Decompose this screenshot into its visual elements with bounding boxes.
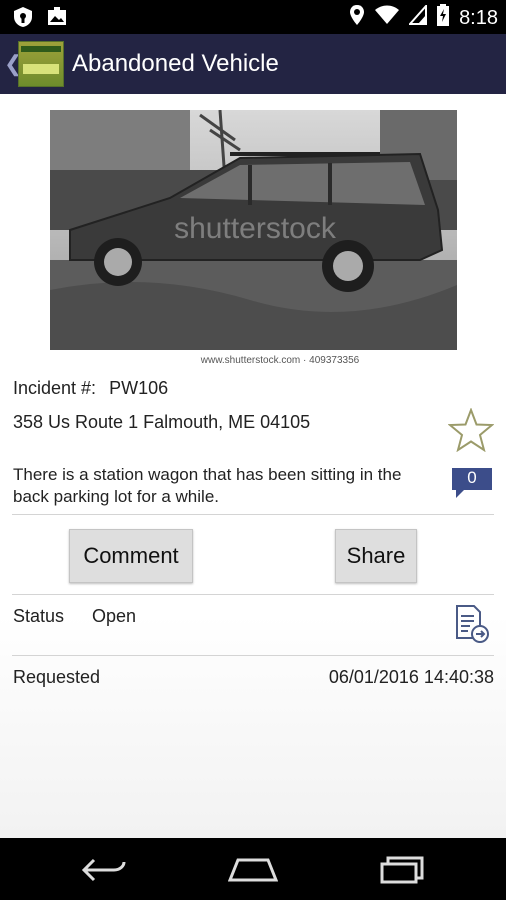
recents-nav-icon[interactable] <box>380 856 426 889</box>
incident-detail: shutterstock www.shutterstock.com · 4093… <box>0 94 506 838</box>
comment-count-badge[interactable]: 0 <box>450 466 494 500</box>
status-value: Open <box>92 606 137 626</box>
signal-icon <box>407 3 428 31</box>
page-title: Abandoned Vehicle <box>72 50 279 77</box>
home-nav-icon[interactable] <box>227 858 279 887</box>
incident-address: 358 Us Route 1 Falmouth, ME 04105 <box>13 412 311 432</box>
battery-icon <box>437 4 450 32</box>
divider <box>12 514 494 515</box>
divider <box>12 594 494 595</box>
wifi-icon <box>375 5 400 31</box>
requested-date: 06/01/2016 14:40:38 <box>328 667 494 687</box>
divider <box>12 655 494 656</box>
back-nav-icon[interactable] <box>80 856 128 889</box>
status-bar: 8:18 <box>0 0 506 34</box>
status-history-icon[interactable] <box>452 604 490 644</box>
photo-notification-icon <box>46 6 68 33</box>
comment-count: 0 <box>467 468 477 487</box>
status-label: Status <box>13 606 65 626</box>
location-icon <box>349 4 365 32</box>
app-bar: ❮ Abandoned Vehicle <box>0 34 506 94</box>
photo-watermark: shutterstock <box>174 212 337 245</box>
incident-description: There is a station wagon that has been s… <box>13 465 402 506</box>
navigation-bar <box>0 838 506 900</box>
comment-button[interactable]: Comment <box>69 529 193 583</box>
shield-icon <box>12 6 34 33</box>
requested-label: Requested <box>13 667 101 687</box>
share-button[interactable]: Share <box>335 529 417 583</box>
photo-caption: www.shutterstock.com · 409373356 <box>200 355 360 366</box>
clock: 8:18 <box>459 6 498 29</box>
incident-photo[interactable]: shutterstock www.shutterstock.com · 4093… <box>50 110 457 368</box>
incident-number-row: Incident #: PW106 <box>13 378 168 399</box>
favorite-star-icon[interactable] <box>447 407 495 453</box>
back-icon[interactable]: ❮ <box>4 51 22 77</box>
incident-number-value: PW106 <box>109 378 169 398</box>
app-logo[interactable] <box>18 41 64 87</box>
incident-number-label: Incident #: <box>13 378 97 398</box>
